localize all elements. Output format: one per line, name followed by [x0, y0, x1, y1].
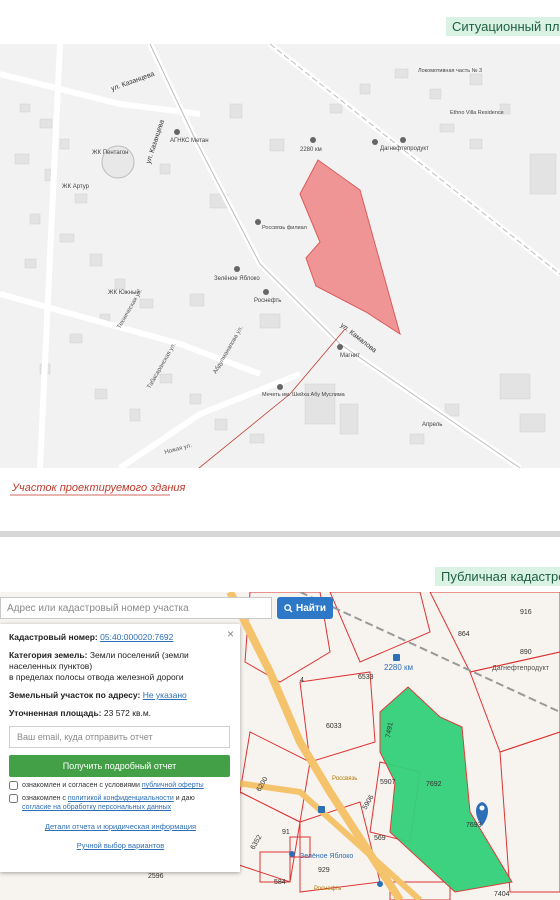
address-row: Земельный участок по адресу: Не указано [9, 690, 232, 701]
land-category-label: Категория земель: [9, 650, 88, 660]
label-rossvyaz-cad: Россвязь [332, 776, 357, 782]
parcel-4: 4 [300, 677, 304, 684]
label-rosneft-cad: Роснефть [314, 886, 341, 892]
close-icon[interactable]: × [227, 627, 234, 641]
offer-checkbox[interactable] [9, 781, 18, 790]
parcel-2596: 2596 [148, 873, 164, 880]
privacy-text: ознакомлен с [22, 795, 66, 802]
label-artur: ЖК Артур [62, 184, 90, 190]
parcel-864: 864 [458, 631, 470, 638]
privacy-checkbox-text: ознакомлен с политикой конфиденциальност… [22, 794, 195, 812]
cadastral-number-link[interactable]: 05:40:000020:7692 [100, 632, 173, 642]
label-dagnefte: Дагнефтепродукт [380, 146, 429, 152]
building-blocks [14, 68, 557, 445]
area-row: Уточненная площадь: 23 572 кв.м. [9, 708, 232, 719]
parcel-7693: 7693 [466, 822, 482, 829]
report-details-link[interactable]: Детали отчета и юридическая информация [45, 822, 196, 831]
label-zelenoe: Зелёное Яблоко [214, 276, 260, 282]
label-2280km: 2280 км [300, 147, 322, 153]
plot-caption: Участок проектируемого здания [12, 482, 186, 494]
parcel-info-panel: × Кадастровый номер: 05:40:000020:7692 К… [0, 624, 240, 872]
land-category-extra: в пределах полосы отвода железной дороги [9, 672, 184, 682]
privacy-link[interactable]: политикой конфиденциальности [68, 795, 174, 802]
parcel-6352: 6352 [250, 834, 264, 851]
search-button[interactable]: Найти [277, 597, 333, 619]
panel-links: Детали отчета и юридическая информация Р… [9, 822, 232, 850]
label-magnit: Магнит [340, 353, 360, 359]
parcel-890: 890 [520, 649, 532, 656]
situational-plan-map: ул. Казанцева ул. Казанцева АГНКС Метан … [0, 44, 560, 468]
label-zelenoe-cad: Зелёное Яблоко [300, 852, 353, 860]
parcel-6533: 6533 [358, 674, 374, 681]
privacy-checkbox[interactable] [9, 794, 18, 803]
search-icon [284, 603, 293, 613]
area-label: Уточненная площадь: [9, 708, 102, 718]
parcel-7692: 7692 [426, 781, 442, 788]
label-kazantseva-2: ул. Казанцева [145, 119, 166, 165]
label-rossvyaz: Россвязь филиал [262, 225, 307, 231]
situational-plan-title: Ситуационный пла [446, 17, 560, 36]
label-rosneft: Роснефть [254, 298, 281, 304]
cadastral-map-title: Публичная кадастро [435, 567, 560, 586]
cadastral-search-input[interactable] [0, 597, 272, 619]
area-value: 23 572 кв.м. [103, 708, 152, 718]
offer-text: ознакомлен и согласен с условиями [22, 782, 140, 789]
parcel-91: 91 [282, 829, 290, 836]
offer-checkbox-text: ознакомлен и согласен с условиями публич… [22, 781, 204, 790]
label-nozhaya: Ножая ул. [164, 443, 193, 456]
label-ethno: Ethno Villa Residence [450, 110, 504, 116]
cadastral-parcel-7692[interactable] [379, 686, 513, 893]
marker-dot [479, 805, 485, 811]
caption-underline [10, 494, 170, 496]
offer-link[interactable]: публичной оферты [142, 782, 204, 789]
label-dagnefte-cad: Дагнефтепродукт [492, 665, 550, 672]
offer-checkbox-row[interactable]: ознакомлен и согласен с условиями публич… [9, 781, 232, 790]
section-divider [0, 531, 560, 537]
label-mosque: Мечеть им. Шейха Абу Муслима [262, 391, 346, 398]
parcel-5907: 5907 [380, 779, 396, 786]
consent-link[interactable]: согласие на обработку персональных данны… [22, 804, 171, 811]
parcel-584: 584 [274, 879, 286, 886]
cadastral-number-row: Кадастровый номер: 05:40:000020:7692 [9, 632, 232, 643]
cadastral-number-label: Кадастровый номер: [9, 632, 98, 642]
project-plot [299, 159, 401, 336]
search-button-label: Найти [296, 602, 326, 614]
parcel-916: 916 [520, 609, 532, 616]
parcel-7404: 7404 [494, 891, 510, 898]
label-aprel: Апрель [422, 422, 442, 428]
address-link[interactable]: Не указано [143, 690, 187, 700]
land-category-row: Категория земель: Земли поселений (земли… [9, 650, 232, 683]
email-field[interactable] [9, 726, 230, 748]
label-lokomotiv: Локомотивная часть № 3 [418, 68, 482, 74]
privacy-checkbox-row[interactable]: ознакомлен с политикой конфиденциальност… [9, 794, 232, 812]
parcel-929: 929 [318, 867, 330, 874]
manual-selection-link[interactable]: Ручной выбор вариантов [77, 841, 165, 850]
get-report-button[interactable]: Получить подробный отчет [9, 755, 230, 777]
parcel-569: 569 [374, 835, 386, 842]
parcel-6033: 6033 [326, 723, 342, 730]
address-label: Земельный участок по адресу: [9, 690, 141, 700]
situational-map-svg: ул. Казанцева ул. Казанцева АГНКС Метан … [0, 44, 560, 468]
label-agnks: АГНКС Метан [170, 138, 209, 144]
label-kazantseva: ул. Казанцева [110, 71, 155, 93]
label-pentagon: ЖК Пентагон [92, 150, 128, 156]
label-2280km-cad: 2280 км [384, 663, 413, 672]
roads [0, 44, 560, 468]
privacy-text-2: и даю [175, 795, 195, 802]
